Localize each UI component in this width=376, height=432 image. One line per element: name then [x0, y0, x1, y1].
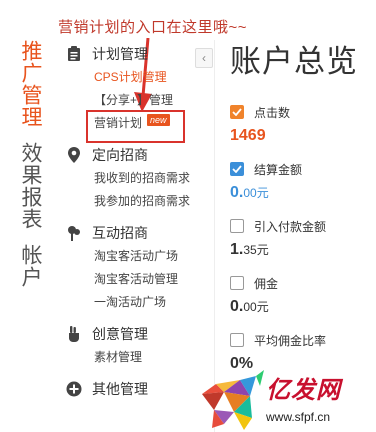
- checkbox-clicks[interactable]: [230, 105, 244, 119]
- menu-group-title[interactable]: 互动招商: [92, 223, 148, 243]
- checkbox-payment[interactable]: [230, 219, 244, 233]
- menu-group-title[interactable]: 定向招商: [92, 145, 148, 165]
- chevron-left-icon: ‹: [202, 51, 206, 65]
- metric-value: 0.00元: [230, 184, 269, 201]
- menu-item-received-needs[interactable]: 我收到的招商需求: [94, 167, 214, 190]
- page-title: 账户总览: [230, 44, 358, 79]
- metric-value: 1469: [230, 127, 266, 144]
- watermark-url: www.sfpf.cn: [266, 410, 331, 424]
- thumbs-up-icon: [66, 326, 82, 342]
- clipboard-icon: [66, 46, 82, 62]
- metric-label: 平均佣金比率: [254, 333, 327, 348]
- vertical-nav: 推广管理 效果报表 帐户: [18, 40, 44, 302]
- metric-label: 佣金: [254, 276, 279, 291]
- menu-item-activity-manage[interactable]: 淘宝客活动管理: [94, 268, 214, 291]
- annotation-text: 营销计划的入口在这里哦~~: [58, 19, 248, 36]
- menu-item-joined-needs[interactable]: 我参加的招商需求: [94, 190, 214, 213]
- metric-value: 1.35元: [230, 241, 269, 258]
- vnav-account[interactable]: 帐户: [18, 244, 42, 288]
- metric-value: 0.00元: [230, 298, 269, 315]
- metric-commission: 佣金 0.00元: [230, 273, 376, 319]
- vnav-promotion-management[interactable]: 推广管理: [18, 40, 42, 128]
- watermark-brand: 亿发网: [266, 375, 341, 404]
- location-pin-icon: [66, 147, 82, 163]
- collapse-button[interactable]: ‹: [195, 48, 213, 68]
- metric-settlement: 结算金额 0.00元: [230, 159, 376, 205]
- watermark-logo: 亿发网 www.sfpf.cn: [194, 366, 376, 432]
- highlight-box: [86, 110, 185, 143]
- menu-item-share-plus[interactable]: 【分享+】管理: [94, 89, 214, 112]
- menu-group-title[interactable]: 其他管理: [92, 379, 148, 399]
- metric-label: 引入付款金额: [254, 219, 327, 234]
- menu-item-activity-square[interactable]: 淘宝客活动广场: [94, 245, 214, 268]
- pin-icon: [66, 225, 82, 241]
- checkbox-settlement[interactable]: [230, 162, 244, 176]
- checkbox-commission[interactable]: [230, 276, 244, 290]
- bull-logo-icon: [202, 370, 264, 430]
- menu-group-other: 其他管理: [66, 377, 214, 401]
- metric-label: 点击数: [254, 105, 291, 120]
- metric-payment: 引入付款金额 1.35元: [230, 216, 376, 262]
- plus-circle-icon: [66, 381, 82, 397]
- metric-clicks: 点击数 1469: [230, 102, 376, 148]
- account-overview: 账户总览 点击数 1469 结算金额 0.00元 引入付款金额 1.35元 佣金: [230, 40, 376, 387]
- menu-group-interactive: 互动招商 淘宝客活动广场 淘宝客活动管理 一淘活动广场: [66, 221, 214, 314]
- vnav-effect-report[interactable]: 效果报表: [18, 142, 42, 230]
- side-menu: 计划管理 CPS计划管理 【分享+】管理 营销计划 new 定向招商 我收到的招商…: [66, 42, 214, 409]
- checkbox-avg-rate[interactable]: [230, 333, 244, 347]
- menu-group-title[interactable]: 计划管理: [92, 44, 148, 64]
- menu-group-targeted: 定向招商 我收到的招商需求 我参加的招商需求: [66, 143, 214, 213]
- menu-group-title[interactable]: 创意管理: [92, 324, 148, 344]
- menu-group-creative: 创意管理 素材管理: [66, 322, 214, 369]
- metric-label: 结算金额: [254, 162, 303, 177]
- menu-item-cps-plan[interactable]: CPS计划管理: [94, 66, 214, 89]
- menu-item-etao-square[interactable]: 一淘活动广场: [94, 291, 214, 314]
